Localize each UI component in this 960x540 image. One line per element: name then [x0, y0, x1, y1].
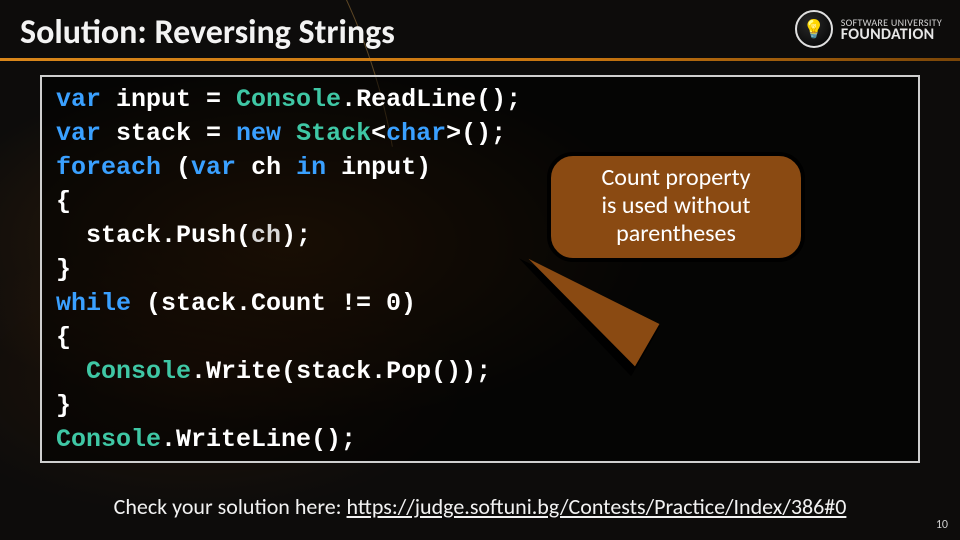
code-keyword: foreach — [56, 153, 176, 182]
code-text: input) — [326, 153, 431, 182]
code-block: var input = Console.ReadLine(); var stac… — [40, 75, 920, 463]
code-type: Console — [56, 425, 161, 454]
code-text: stack = — [101, 119, 236, 148]
brand-line1: SOFTWARE UNIVERSITY — [841, 17, 942, 29]
code-keyword: in — [296, 153, 326, 182]
code-text: { — [56, 323, 71, 352]
code-keyword: var — [56, 119, 101, 148]
code-text: input = — [101, 85, 236, 114]
code-text: (stack.Count != 0) — [146, 289, 416, 318]
code-text — [56, 357, 86, 386]
footer: Check your solution here: https://judge.… — [0, 493, 960, 520]
footer-prefix: Check your solution here: — [114, 493, 347, 520]
brand-line2: FOUNDATION — [841, 29, 942, 41]
page-number: 10 — [936, 518, 948, 532]
code-text: } — [56, 391, 71, 420]
code-text: .Write(stack.Pop()); — [191, 357, 491, 386]
code-keyword: while — [56, 289, 146, 318]
callout-line1: Count property — [565, 164, 787, 192]
code-text: stack.Push( — [56, 221, 251, 250]
code-keyword: var — [191, 153, 236, 182]
code-text: < — [371, 119, 386, 148]
code-type: Console — [236, 85, 341, 114]
slide: Solution: Reversing Strings 💡 SOFTWARE U… — [0, 0, 960, 540]
code-text: ( — [176, 153, 191, 182]
page-title: Solution: Reversing Strings — [20, 12, 395, 53]
code-type: Console — [86, 357, 191, 386]
code-keyword: new — [236, 119, 296, 148]
code-text: ); — [281, 221, 311, 250]
brand-text: SOFTWARE UNIVERSITY FOUNDATION — [841, 17, 942, 41]
code-keyword: char — [386, 119, 446, 148]
code-type: Stack — [296, 119, 371, 148]
title-underline — [0, 58, 960, 61]
code-text: .WriteLine(); — [161, 425, 356, 454]
code-arg: ch — [251, 221, 281, 250]
code-text: { — [56, 187, 71, 216]
code-text: .ReadLine(); — [341, 85, 521, 114]
code-text: ch — [236, 153, 296, 182]
code-text: } — [56, 255, 71, 284]
callout-line3: parentheses — [565, 220, 787, 248]
solution-link[interactable]: https://judge.softuni.bg/Contests/Practi… — [347, 493, 847, 520]
brand-logo: 💡 SOFTWARE UNIVERSITY FOUNDATION — [795, 10, 942, 48]
code-text: >(); — [446, 119, 506, 148]
lightbulb-icon: 💡 — [795, 10, 833, 48]
code-keyword: var — [56, 85, 101, 114]
annotation-callout: Count property is used without parenthes… — [547, 152, 805, 262]
callout-line2: is used without — [565, 192, 787, 220]
